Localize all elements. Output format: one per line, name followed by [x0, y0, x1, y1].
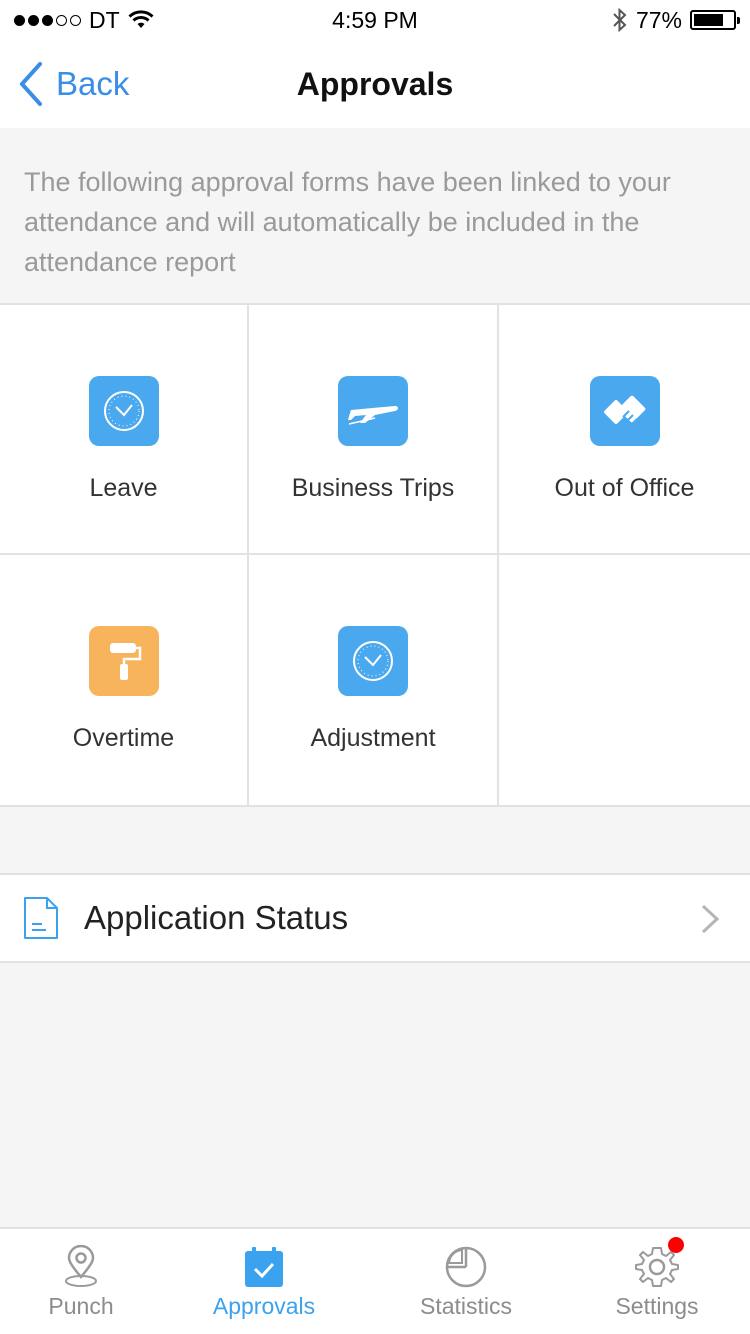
- tab-bar: Punch Approvals Statistics Settings: [0, 1227, 750, 1334]
- battery-level: [694, 14, 724, 26]
- chevron-left-icon: [20, 62, 42, 106]
- empty-cell: [499, 555, 750, 807]
- back-button[interactable]: Back: [18, 40, 129, 128]
- form-label: Adjustment: [310, 724, 436, 752]
- form-overtime[interactable]: Overtime: [0, 555, 249, 807]
- calendar-check-icon: [245, 1247, 283, 1287]
- form-leave[interactable]: Leave: [0, 305, 249, 555]
- location-pin-icon: [65, 1245, 97, 1287]
- tab-settings[interactable]: Settings: [604, 1229, 710, 1334]
- tab-label: Settings: [615, 1293, 699, 1319]
- chevron-right-icon: [701, 904, 720, 934]
- clock-icon: [88, 376, 159, 446]
- paint-roller-icon: [88, 626, 159, 696]
- clock-icon: [338, 626, 408, 696]
- pie-chart-icon: [445, 1246, 487, 1288]
- navigation-bar: Back Approvals: [0, 40, 750, 128]
- tab-label: Statistics: [419, 1293, 513, 1319]
- form-label: Overtime: [72, 724, 175, 752]
- form-label: Business Trips: [291, 474, 455, 502]
- status-left: DT: [14, 7, 154, 34]
- approval-forms-grid: Leave Business Trips Out of Office Overt…: [0, 305, 750, 807]
- tab-statistics[interactable]: Statistics: [408, 1229, 524, 1334]
- tab-punch[interactable]: Punch: [30, 1229, 132, 1334]
- tab-label: Punch: [48, 1293, 114, 1319]
- airplane-icon: [338, 376, 408, 446]
- form-business-trips[interactable]: Business Trips: [249, 305, 499, 555]
- form-out-of-office[interactable]: Out of Office: [499, 305, 750, 555]
- status-right: 77%: [612, 6, 740, 34]
- carrier-name: DT: [89, 6, 120, 33]
- application-status-label: Application Status: [84, 899, 349, 936]
- form-label: Leave: [89, 474, 158, 502]
- approval-forms-description: The following approval forms have been l…: [0, 128, 750, 305]
- handshake-icon: [589, 376, 660, 446]
- bluetooth-icon: [613, 7, 627, 33]
- form-label: Out of Office: [554, 474, 695, 502]
- signal-strength-icon: [14, 14, 81, 26]
- application-status-row[interactable]: Application Status: [0, 873, 750, 963]
- wifi-icon: [128, 10, 154, 28]
- battery-icon: [690, 10, 740, 30]
- notification-badge: [668, 1237, 684, 1253]
- form-adjustment[interactable]: Adjustment: [249, 555, 499, 807]
- tab-approvals[interactable]: Approvals: [200, 1229, 328, 1334]
- back-label: Back: [56, 65, 130, 102]
- status-bar: DT 4:59 PM 77%: [0, 0, 750, 40]
- battery-percent: 77%: [635, 6, 682, 33]
- document-icon: [24, 897, 58, 939]
- tab-label: Approvals: [212, 1293, 316, 1319]
